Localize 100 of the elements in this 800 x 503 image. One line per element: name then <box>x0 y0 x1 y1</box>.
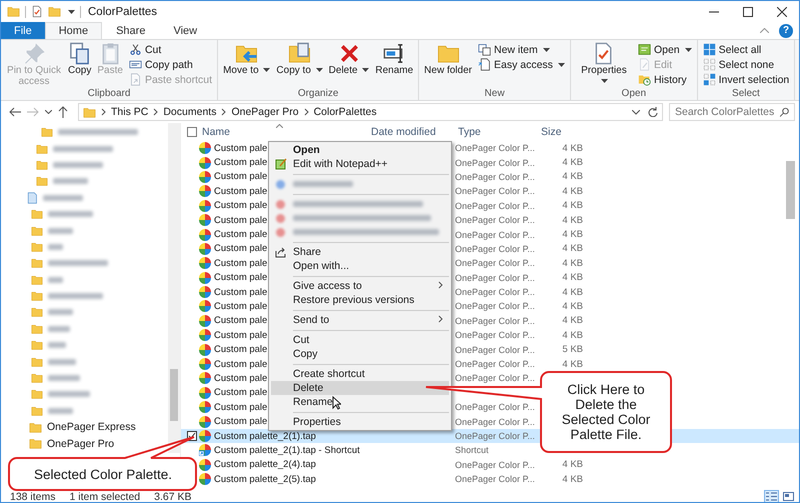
ribbon-button[interactable]: Copy <box>66 42 94 88</box>
file-name[interactable]: Custom pale <box>214 200 268 212</box>
file-type: OnePager Color P... <box>455 402 535 412</box>
menu-item[interactable]: Give access to <box>271 279 449 293</box>
recent-caret-icon[interactable] <box>45 110 52 114</box>
menu-item[interactable]: Open with... <box>271 259 449 273</box>
file-name[interactable]: Custom palette_2(1).tap - Shortcut <box>214 444 360 456</box>
file-name[interactable]: Custom pale <box>214 358 268 370</box>
file-name[interactable]: Custom pale <box>214 157 268 168</box>
file-name[interactable]: Custom pale <box>214 344 268 356</box>
file-name[interactable]: Custom pale <box>214 186 268 197</box>
ribbon-button[interactable]: History <box>636 72 694 87</box>
ribbon-button[interactable]: Easy access <box>476 57 567 72</box>
menu-item[interactable]: Copy <box>271 347 449 361</box>
ribbon-button[interactable]: Cut <box>126 42 214 57</box>
ribbon-button[interactable]: Move to <box>221 42 272 88</box>
back-icon[interactable] <box>9 107 21 117</box>
menu-item[interactable]: Create shortcut <box>271 367 449 381</box>
ribbon-button[interactable]: Copy path <box>126 57 214 72</box>
color-wheel-icon <box>199 142 211 154</box>
file-name[interactable]: Custom pale <box>214 402 268 413</box>
ribbon-button[interactable]: Select all <box>700 42 792 57</box>
breadcrumb[interactable]: ColorPalettes <box>314 106 377 118</box>
properties-icon[interactable] <box>31 5 43 18</box>
menu-item[interactable]: Open <box>271 143 449 157</box>
up-icon[interactable] <box>58 106 68 118</box>
ribbon-button[interactable]: Open <box>636 42 694 57</box>
column-header[interactable]: Date modified <box>366 126 453 138</box>
file-name[interactable]: Custom palette_2(1).tap <box>214 430 316 442</box>
ribbon-button[interactable]: Properties <box>574 42 634 88</box>
ribbon-button[interactable]: Invert selection <box>700 72 792 87</box>
folder-icon <box>31 404 43 417</box>
column-header[interactable]: Size <box>536 126 586 138</box>
file-name[interactable]: Custom pale <box>214 330 268 341</box>
folder-icon <box>31 274 43 286</box>
ribbon-button[interactable]: New item <box>476 42 567 57</box>
menu-item[interactable]: Send to <box>271 313 449 327</box>
file-type: OnePager Color P... <box>455 258 535 268</box>
ribbon-tab[interactable]: File <box>1 22 45 39</box>
blurred-text <box>48 260 108 266</box>
large-icons-view-button[interactable] <box>781 490 796 502</box>
file-name[interactable]: Custom pale <box>214 243 268 254</box>
color-wheel-icon <box>199 416 211 428</box>
maximize-icon[interactable] <box>743 6 753 16</box>
column-header[interactable]: Type <box>453 126 536 138</box>
file-name[interactable]: Custom pale <box>214 142 268 154</box>
file-name[interactable]: Custom pale <box>214 315 268 326</box>
menu-item[interactable]: Rename <box>271 395 449 409</box>
ribbon-button[interactable]: Rename <box>373 42 416 88</box>
ribbon-tab[interactable]: Share <box>102 22 160 39</box>
address-bar[interactable]: This PC Documents OnePager Pro ColorPalettes <box>78 103 663 121</box>
ribbon-button[interactable]: Delete <box>326 42 372 88</box>
dropdown-caret-icon[interactable] <box>632 110 640 114</box>
group-label: Clipboard <box>86 88 132 100</box>
ribbon-button[interactable]: New folder <box>422 42 474 88</box>
file-name[interactable]: Custom pale <box>214 258 268 269</box>
file-name[interactable]: Custom pale <box>214 300 268 312</box>
file-name[interactable]: Custom palette_2(5).tap <box>214 474 316 485</box>
color-wheel-icon <box>199 372 211 384</box>
ribbon-button[interactable]: Select none <box>700 57 792 72</box>
close-icon[interactable] <box>777 6 787 16</box>
folder-icon <box>31 388 43 400</box>
collapse-caret-icon[interactable] <box>760 28 769 33</box>
menu-item[interactable]: Delete <box>271 381 449 395</box>
file-name[interactable]: Custom pale <box>214 171 268 182</box>
file-name[interactable]: Custom pale <box>214 286 268 298</box>
column-header[interactable]: Name <box>197 126 366 138</box>
refresh-icon[interactable] <box>648 107 658 117</box>
ribbon-button[interactable]: Copy to <box>274 42 325 88</box>
ribbon-tab[interactable]: Home <box>44 22 102 39</box>
breadcrumb[interactable]: Documents <box>163 106 216 118</box>
file-name[interactable]: Custom pale <box>214 372 268 384</box>
menu-item[interactable]: Properties <box>271 415 449 429</box>
breadcrumb[interactable]: This PC <box>111 106 148 118</box>
sidebar-item[interactable]: OnePager Express <box>47 421 136 434</box>
sidebar-item[interactable]: OnePager Pro <box>47 438 114 450</box>
menu-item[interactable]: Cut <box>271 333 449 347</box>
file-name[interactable]: Custom pale <box>214 387 268 398</box>
chevron-icon <box>153 108 158 116</box>
file-name[interactable]: Custom pale <box>214 416 268 428</box>
chevron-icon <box>221 108 226 116</box>
ribbon-tab[interactable]: View <box>159 22 212 39</box>
help-button[interactable]: ? <box>779 24 793 38</box>
breadcrumb[interactable]: OnePager Pro <box>231 106 299 118</box>
search-field[interactable]: Search ColorPalettes <box>669 103 795 121</box>
menu-item[interactable]: Edit with Notepad++ <box>271 157 449 171</box>
file-name[interactable]: Custom pale <box>214 214 268 226</box>
select-all-checkbox[interactable] <box>187 127 197 137</box>
scrollbar[interactable] <box>168 123 180 453</box>
callout-text: Click Here to Delete the Selected Color Palette File. <box>560 382 652 442</box>
blurred-text <box>48 244 63 250</box>
file-name[interactable]: Custom pale <box>214 229 268 240</box>
file-name[interactable]: Custom pale <box>214 272 268 284</box>
search-icon <box>780 107 789 117</box>
menu-item[interactable]: Restore previous versions <box>271 293 449 307</box>
file-name[interactable]: Custom palette_2(4).tap <box>214 459 316 470</box>
menu-item[interactable]: Share <box>271 245 449 259</box>
group-label: Select <box>731 88 761 100</box>
details-view-button[interactable] <box>764 490 779 502</box>
file-size: 4 KB <box>562 142 583 154</box>
